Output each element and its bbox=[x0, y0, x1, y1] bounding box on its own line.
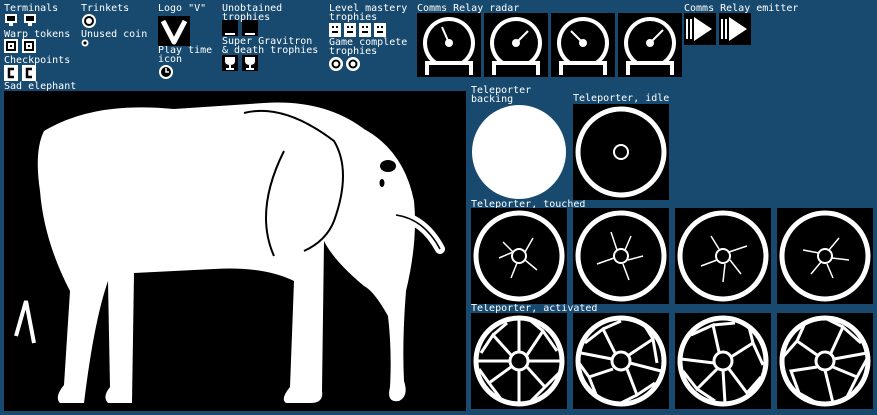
mastery-trophy-icons bbox=[329, 23, 386, 37]
trinket-sprite bbox=[81, 13, 97, 29]
teleporter-idle-sprite bbox=[575, 106, 667, 198]
warp-token-icon bbox=[22, 39, 36, 53]
terminal-sprite-1 bbox=[4, 13, 18, 27]
teleporter-activated-4 bbox=[777, 313, 873, 409]
teleporter-activated-sprite bbox=[677, 315, 769, 407]
unobtained-trophy-1 bbox=[222, 20, 238, 36]
sad-elephant-tile bbox=[4, 91, 466, 411]
teleporter-backing-sprite bbox=[472, 105, 566, 199]
checkpoint-sprite-1 bbox=[4, 65, 18, 81]
game-complete-trophy-icons bbox=[329, 57, 360, 71]
warp-token-sprite-2 bbox=[22, 39, 36, 53]
death-trophy bbox=[242, 55, 258, 71]
teleporter-touched-sprite bbox=[473, 210, 565, 302]
teleporter-backing bbox=[471, 104, 567, 200]
radar-frame-2 bbox=[484, 13, 548, 77]
radar-frame-4 bbox=[618, 13, 682, 77]
logo-v-icon bbox=[160, 19, 188, 45]
teleporter-touched-3 bbox=[675, 208, 771, 304]
logo-v-sprite bbox=[158, 16, 190, 46]
label-game-complete-2: trophies bbox=[329, 46, 378, 57]
terminal-icon bbox=[5, 14, 17, 26]
teleporter-touched-sprite bbox=[677, 210, 769, 302]
checkpoint-sprite-2 bbox=[22, 65, 36, 81]
trophy-icon bbox=[225, 57, 235, 70]
terminal-sprite-2 bbox=[23, 13, 37, 27]
sad-elephant-sprite bbox=[14, 102, 445, 403]
checkpoint-icon bbox=[4, 65, 18, 81]
emitter-frame-1 bbox=[684, 13, 716, 45]
teleporter-activated-sprite bbox=[575, 315, 667, 407]
checkpoint-icon bbox=[22, 65, 36, 81]
radar-frame-1 bbox=[417, 13, 481, 77]
label-logo-v: Logo "V" bbox=[158, 3, 207, 14]
label-emitter: Comms Relay emitter bbox=[684, 3, 799, 14]
label-checkpoints: Checkpoints bbox=[4, 55, 71, 66]
coin-icon bbox=[81, 39, 89, 47]
teleporter-activated-sprite bbox=[473, 315, 565, 407]
level-mastery-trophies bbox=[329, 22, 389, 38]
super-gravitron-trophy bbox=[222, 55, 238, 71]
teleporter-idle bbox=[573, 104, 669, 200]
label-tp-idle: Teleporter, idle bbox=[573, 93, 670, 104]
terminal-icon bbox=[24, 14, 36, 26]
game-complete-trophies bbox=[329, 56, 361, 72]
emitter-icon bbox=[721, 17, 747, 41]
teleporter-touched-1 bbox=[471, 208, 567, 304]
label-radar: Comms Relay radar bbox=[417, 3, 520, 14]
radar-dish-icon bbox=[624, 17, 676, 75]
trophy-outline-icon bbox=[225, 33, 235, 35]
teleporter-touched-4 bbox=[777, 208, 873, 304]
radar-frame-3 bbox=[551, 13, 615, 77]
play-time-sprite bbox=[158, 64, 174, 80]
clock-icon bbox=[159, 65, 173, 79]
warp-token-icon bbox=[4, 39, 18, 53]
label-terminals: Terminals bbox=[4, 3, 59, 14]
radar-dish-icon bbox=[557, 17, 609, 75]
label-play-time-2: icon bbox=[158, 54, 183, 65]
emitter-icon bbox=[686, 17, 712, 41]
unobtained-trophy-2 bbox=[242, 20, 258, 36]
trophy-icon bbox=[245, 57, 255, 70]
label-tp-activated: Teleporter, activated bbox=[471, 303, 598, 314]
label-warp-tokens: Warp tokens bbox=[4, 29, 71, 40]
emitter-frame-2 bbox=[719, 13, 751, 45]
label-sad-elephant: Sad elephant bbox=[4, 81, 77, 92]
teleporter-activated-sprite bbox=[779, 315, 871, 407]
warp-token-sprite-1 bbox=[4, 39, 18, 53]
teleporter-activated-2 bbox=[573, 313, 669, 409]
teleporter-touched-sprite bbox=[575, 210, 667, 302]
label-tp-backing-2: backing bbox=[471, 94, 514, 105]
teleporter-touched-2 bbox=[573, 208, 669, 304]
label-unused-coin: Unused coin bbox=[81, 29, 148, 40]
radar-dish-icon bbox=[490, 17, 542, 75]
teleporter-activated-3 bbox=[675, 313, 771, 409]
radar-dish-icon bbox=[423, 17, 475, 75]
label-trinkets: Trinkets bbox=[81, 3, 130, 14]
trophy-outline-icon bbox=[245, 33, 255, 35]
unused-coin-sprite bbox=[81, 39, 89, 47]
teleporter-touched-sprite bbox=[779, 210, 871, 302]
teleporter-activated-1 bbox=[471, 313, 567, 409]
label-level-mastery-2: trophies bbox=[329, 12, 378, 23]
trinket-icon bbox=[82, 14, 96, 28]
label-super-2: & death trophies bbox=[222, 45, 319, 56]
